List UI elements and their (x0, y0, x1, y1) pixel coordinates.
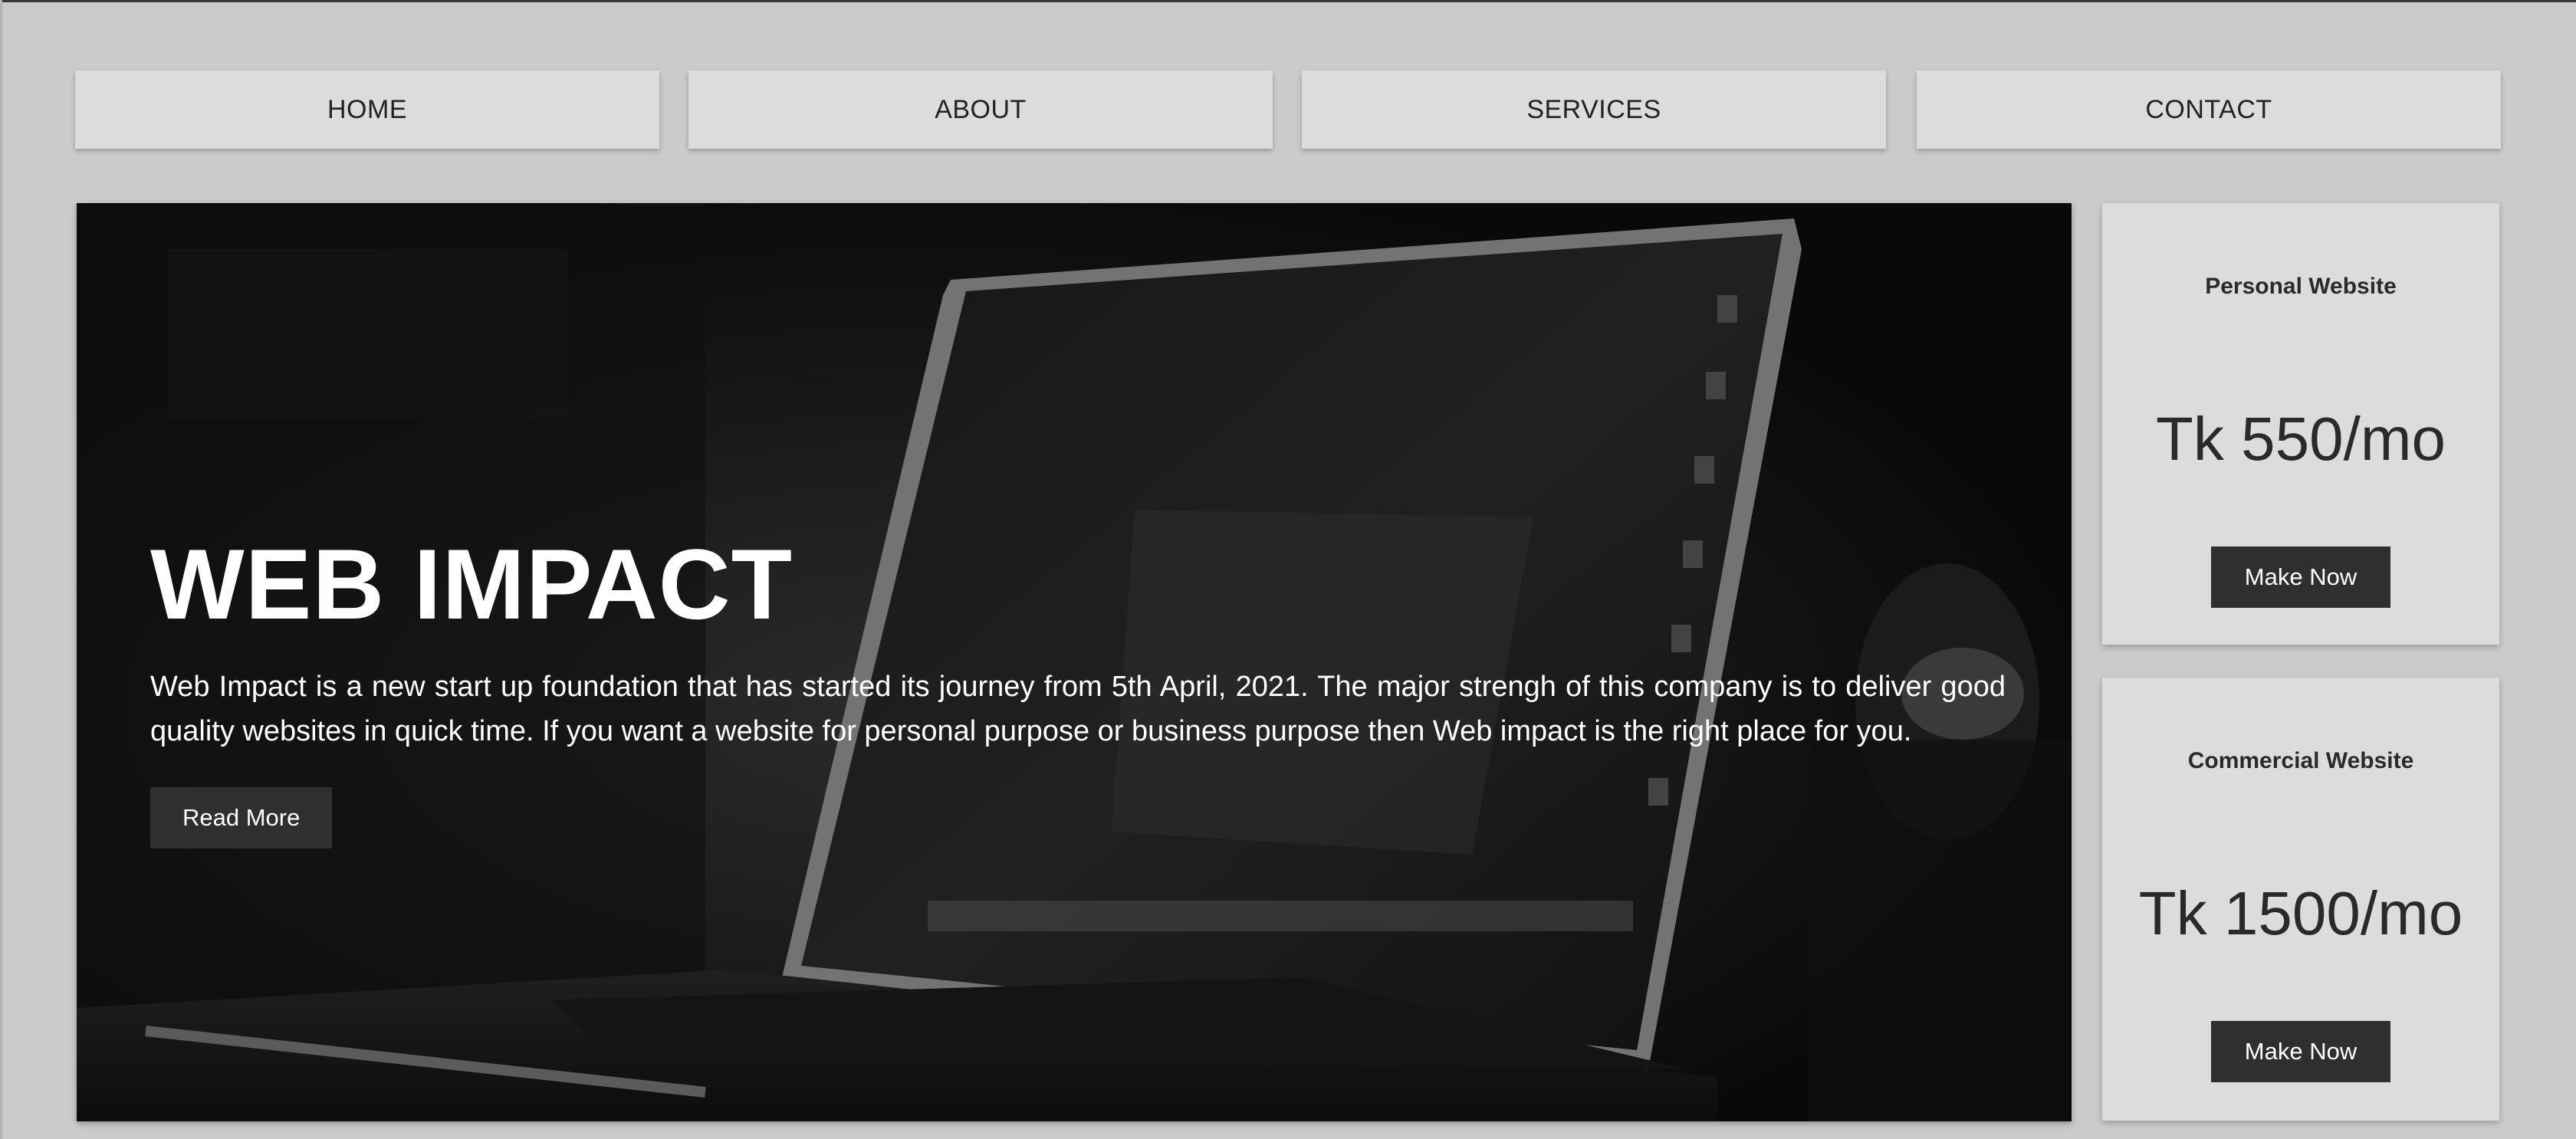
read-more-button[interactable]: Read More (150, 787, 333, 849)
nav-contact[interactable]: CONTACT (1917, 71, 2501, 149)
plan-title: Personal Website (2205, 274, 2397, 299)
plan-title: Commercial Website (2187, 748, 2414, 773)
plan-card-personal: Personal Website Tk 550/mo Make Now (2102, 203, 2499, 645)
hero-content: WEB IMPACT Web Impact is a new start up … (150, 534, 2006, 849)
make-now-button[interactable]: Make Now (2211, 1021, 2390, 1082)
plan-card-commercial: Commercial Website Tk 1500/mo Make Now (2102, 678, 2499, 1121)
left-border (0, 0, 2, 1139)
hero-title: WEB IMPACT (150, 528, 794, 640)
plan-price: Tk 1500/mo (2138, 879, 2463, 947)
make-now-button[interactable]: Make Now (2211, 547, 2390, 608)
hero-description: Web Impact is a new start up foundation … (150, 671, 2006, 747)
nav-home[interactable]: HOME (75, 71, 659, 149)
main-nav: HOME ABOUT SERVICES CONTACT (75, 71, 2501, 149)
nav-services[interactable]: SERVICES (1302, 71, 1886, 149)
top-border (0, 0, 2576, 2)
plan-price: Tk 550/mo (2156, 405, 2446, 473)
hero-section: WEB IMPACT Web Impact is a new start up … (77, 203, 2072, 1121)
nav-about[interactable]: ABOUT (688, 71, 1273, 149)
